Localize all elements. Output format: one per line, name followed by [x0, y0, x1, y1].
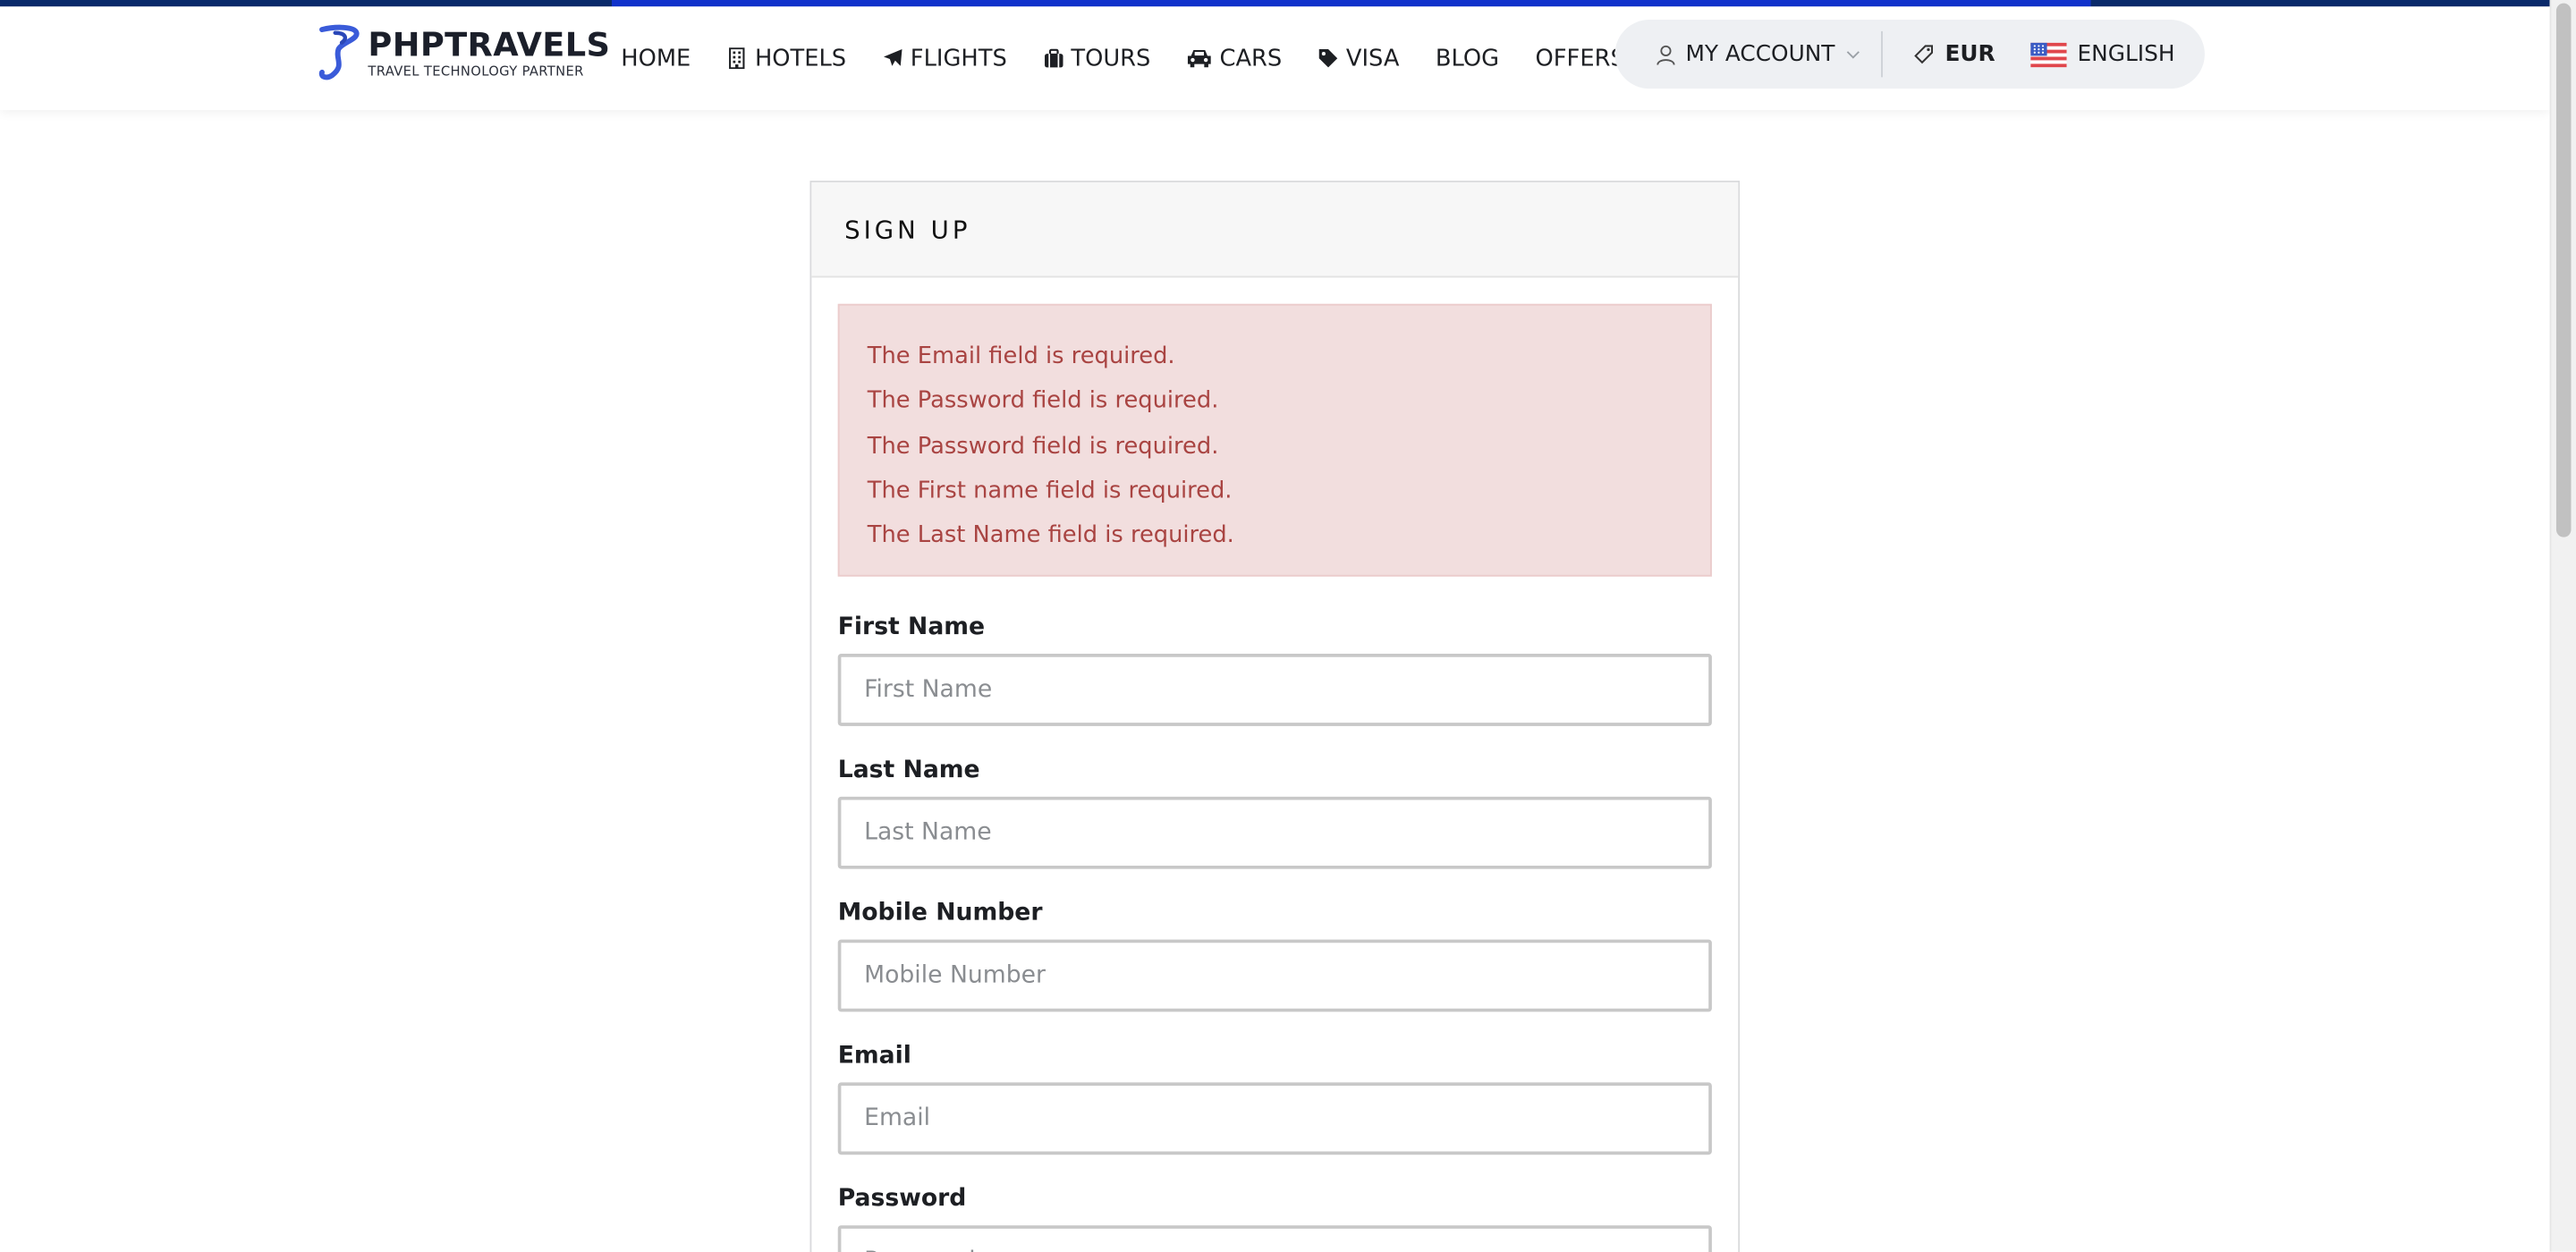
building-icon — [729, 47, 746, 70]
my-account-label: MY ACCOUNT — [1685, 40, 1835, 68]
language-label: ENGLISH — [2077, 40, 2175, 68]
first-name-label: First Name — [837, 613, 986, 641]
error-message: The First name field is required. — [867, 478, 1233, 504]
nav-blog-label: BLOG — [1435, 45, 1500, 72]
nav-flights[interactable]: FLIGHTS — [883, 46, 1007, 72]
currency-label: EUR — [1945, 40, 1996, 68]
nav-visa-label: VISA — [1345, 45, 1400, 72]
error-message: The Email field is required. — [867, 343, 1175, 370]
user-icon — [1657, 44, 1675, 64]
password-label: Password — [837, 1186, 967, 1213]
top-accent-bar — [0, 0, 2550, 7]
nav-tours[interactable]: TOURS — [1043, 46, 1150, 72]
email-group: Email — [837, 1043, 1712, 1155]
page: PHPTRAVELS TRAVEL TECHNOLOGY PARTNER HOM… — [0, 0, 2576, 1252]
main-nav: HOME HOTELS FLIGHTS TOURS CARS VISA BLOG… — [621, 6, 1625, 110]
page-scrollbar[interactable] — [2549, 0, 2576, 1252]
nav-tours-label: TOURS — [1071, 45, 1151, 72]
tag-icon — [1319, 48, 1338, 68]
last-name-input[interactable] — [837, 796, 1712, 869]
suitcase-icon — [1044, 48, 1063, 68]
us-flag-icon — [2031, 41, 2068, 67]
nav-hotels-label: HOTELS — [754, 45, 847, 72]
signup-card: SIGN UP The Email field is required. The… — [809, 181, 1741, 1252]
logo-mark-icon — [318, 24, 360, 80]
car-icon — [1188, 50, 1212, 68]
password-group: Password — [837, 1186, 1712, 1252]
signup-title: SIGN UP — [844, 214, 971, 244]
mobile-number-input[interactable] — [837, 939, 1712, 1012]
brand-logo[interactable]: PHPTRAVELS TRAVEL TECHNOLOGY PARTNER — [316, 20, 611, 85]
password-input[interactable] — [837, 1225, 1712, 1252]
nav-home-label: HOME — [621, 45, 691, 72]
nav-offers-label: OFFERS — [1535, 45, 1625, 72]
signup-card-header: SIGN UP — [811, 182, 1739, 278]
plane-icon — [884, 48, 902, 66]
error-message: The Last Name field is required. — [867, 522, 1234, 549]
first-name-group: First Name — [837, 613, 1712, 726]
chevron-down-icon — [1846, 51, 1860, 59]
last-name-label: Last Name — [837, 757, 980, 784]
nav-visa[interactable]: VISA — [1318, 45, 1400, 72]
error-message: The Password field is required. — [867, 433, 1219, 460]
last-name-group: Last Name — [837, 757, 1712, 869]
nav-cars[interactable]: CARS — [1187, 46, 1282, 72]
scrollbar-thumb[interactable] — [2555, 3, 2572, 537]
header-utility-pill: MY ACCOUNT EUR ENGLISH — [1614, 20, 2205, 89]
error-alert: The Email field is required. The Passwor… — [837, 303, 1712, 577]
nav-cars-label: CARS — [1219, 45, 1283, 72]
nav-hotels[interactable]: HOTELS — [727, 46, 846, 72]
brand-name: PHPTRAVELS — [368, 23, 611, 63]
nav-flights-label: FLIGHTS — [910, 45, 1007, 72]
my-account-dropdown[interactable]: MY ACCOUNT — [1656, 41, 1860, 67]
email-label: Email — [837, 1043, 911, 1070]
language-selector[interactable]: ENGLISH — [2031, 41, 2174, 67]
ticket-icon — [1913, 45, 1933, 64]
nav-blog[interactable]: BLOG — [1436, 46, 1499, 72]
first-name-input[interactable] — [837, 654, 1712, 726]
mobile-number-group: Mobile Number — [837, 900, 1712, 1012]
nav-home[interactable]: HOME — [621, 46, 691, 72]
email-input[interactable] — [837, 1082, 1712, 1155]
mobile-number-label: Mobile Number — [837, 900, 1043, 926]
nav-offers[interactable]: OFFERS — [1536, 46, 1625, 72]
divider — [1880, 30, 1883, 78]
error-message: The Password field is required. — [867, 388, 1219, 415]
brand-tagline: TRAVEL TECHNOLOGY PARTNER — [368, 63, 584, 79]
currency-selector[interactable]: EUR — [1912, 41, 1996, 67]
